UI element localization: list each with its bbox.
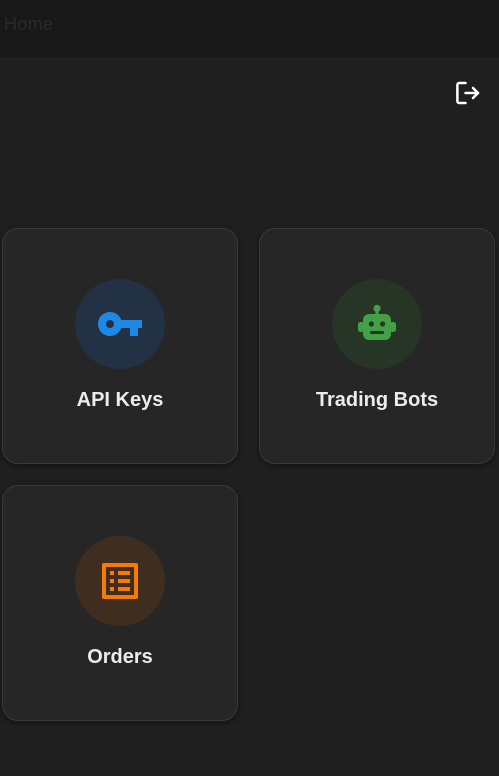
orders-icon-circle [75, 536, 165, 626]
title-bar: Home [0, 0, 499, 57]
app-title: Home [4, 14, 54, 34]
api-keys-label: API Keys [76, 389, 164, 411]
api-keys-card[interactable]: API Keys [2, 228, 238, 464]
trading-bots-icon-circle [332, 279, 422, 369]
api-keys-icon-circle [75, 279, 165, 369]
trading-bots-label: Trading Bots [315, 389, 439, 411]
robot-icon [358, 304, 396, 340]
key-icon [98, 312, 142, 336]
orders-card[interactable]: Orders [2, 485, 238, 721]
list-alt-icon [102, 563, 138, 599]
logout-icon [456, 81, 480, 105]
logout-button[interactable] [453, 78, 483, 108]
orders-label: Orders [87, 646, 153, 668]
trading-bots-card[interactable]: Trading Bots [259, 228, 495, 464]
